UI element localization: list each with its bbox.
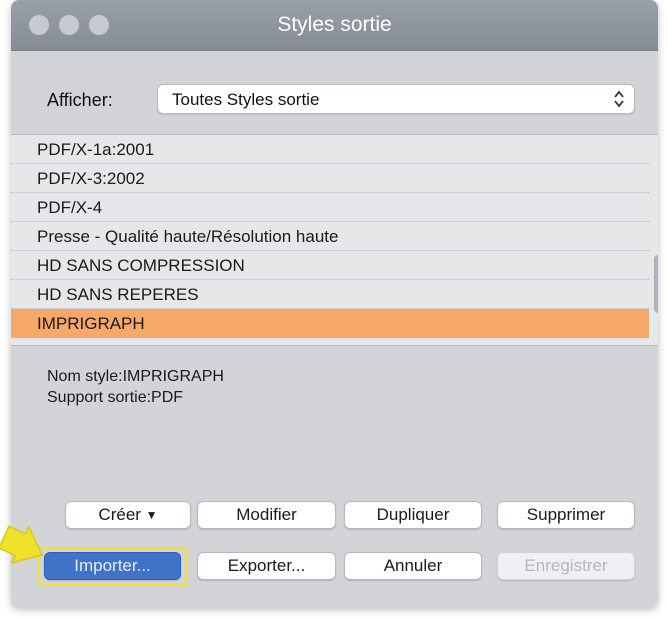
list-item[interactable]: PDF/X-3:2002 — [11, 164, 649, 193]
duplicate-button[interactable]: Dupliquer — [344, 501, 482, 529]
list-item-label: PDF/X-1a:2001 — [37, 140, 155, 159]
list-item-label: PDF/X-4 — [37, 198, 103, 217]
list-item[interactable]: PDF/X-1a:2001 — [11, 135, 649, 164]
list-item[interactable]: PDF/X-4 — [11, 193, 649, 222]
filter-select[interactable]: Toutes Styles sortie — [157, 84, 635, 114]
delete-button[interactable]: Supprimer — [497, 501, 635, 529]
styles-list[interactable]: PDF/X-1a:2001 PDF/X-3:2002 PDF/X-4 Press… — [11, 134, 658, 346]
list-item-label: IMPRIGRAPH — [37, 314, 145, 333]
select-arrows-icon — [614, 90, 624, 108]
output-support-info: Support sortie:PDF — [47, 389, 184, 406]
list-item[interactable]: Presse - Qualité haute/Résolution haute — [11, 222, 649, 251]
save-button[interactable]: Enregistrer — [497, 552, 635, 580]
pointer-arrow-icon — [0, 524, 44, 564]
style-name-info: Nom style:IMPRIGRAPH — [47, 368, 224, 385]
create-button[interactable]: Créer ▼ — [65, 501, 191, 529]
filter-select-value: Toutes Styles sortie — [172, 90, 320, 109]
export-button[interactable]: Exporter... — [197, 552, 336, 580]
list-item-selected[interactable]: IMPRIGRAPH — [11, 309, 649, 338]
dropdown-triangle-icon: ▼ — [145, 508, 158, 522]
list-item-label: Presse - Qualité haute/Résolution haute — [37, 227, 339, 246]
window-title: Styles sortie — [277, 13, 392, 36]
modify-button[interactable]: Modifier — [197, 501, 336, 529]
styles-sortie-dialog: Styles sortie Afficher: Toutes Styles so… — [11, 0, 658, 608]
cancel-button[interactable]: Annuler — [344, 552, 482, 580]
list-item[interactable]: HD SANS REPERES — [11, 280, 649, 309]
list-item-label: HD SANS COMPRESSION — [37, 256, 245, 275]
list-item-label: HD SANS REPERES — [37, 285, 199, 304]
filter-label: Afficher: — [47, 90, 113, 110]
list-scrollbar[interactable] — [654, 255, 658, 313]
list-item-label: PDF/X-3:2002 — [37, 169, 145, 188]
create-button-label: Créer — [98, 505, 141, 524]
title-bar[interactable]: Styles sortie — [11, 0, 658, 51]
list-item[interactable]: HD SANS COMPRESSION — [11, 251, 649, 280]
import-highlight-box — [38, 547, 188, 586]
